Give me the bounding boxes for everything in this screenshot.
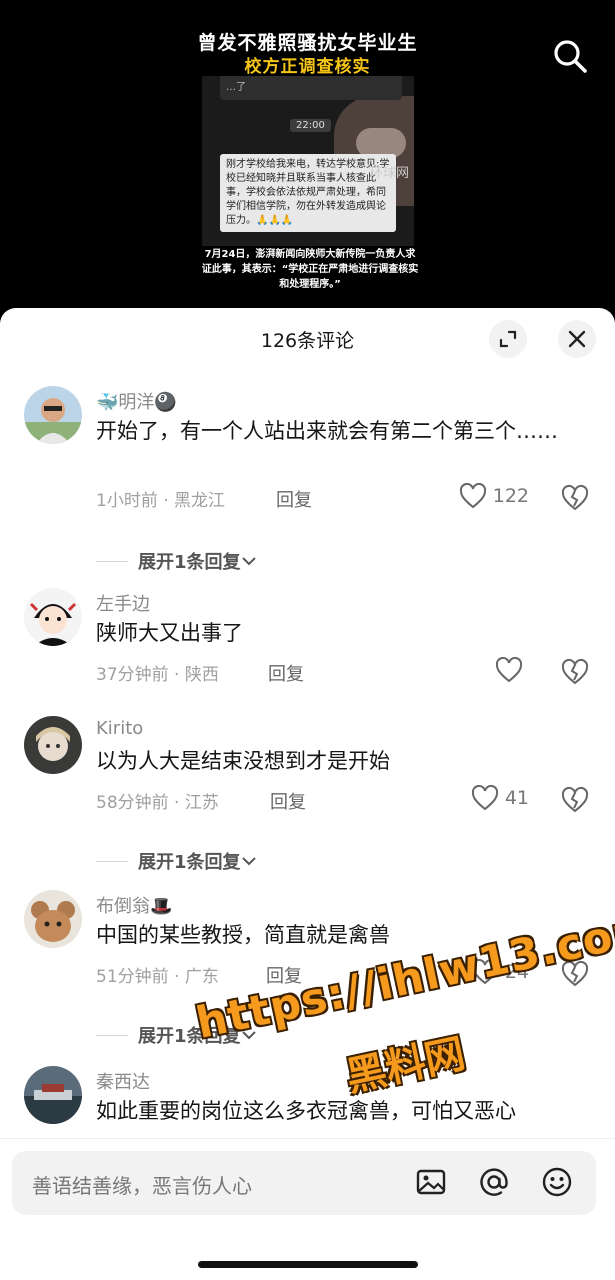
- like-button[interactable]: [495, 657, 529, 683]
- at-icon: [480, 1168, 508, 1196]
- reply-button[interactable]: 回复: [268, 660, 304, 686]
- video-player[interactable]: 曾发不雅照骚扰女毕业生 校方正调查核实 …了 22:00 刚才学校给我来电，转达…: [0, 0, 615, 310]
- emoji-icon: [542, 1167, 572, 1197]
- comment-author[interactable]: 左手边: [96, 590, 150, 616]
- broken-heart-icon: [561, 786, 589, 813]
- comment-input-placeholder: 善语结善缘，恶言伤人心: [32, 1174, 252, 1198]
- like-count: 41: [504, 787, 529, 809]
- comment-text: 以为人大是结束没想到才是开始: [96, 749, 390, 773]
- expand-replies-button[interactable]: 展开1条回复: [96, 548, 257, 574]
- avatar[interactable]: [24, 890, 82, 948]
- video-watermark: 环球网: [370, 166, 410, 181]
- reply-button[interactable]: 回复: [270, 788, 306, 814]
- chat-prev-message: …了: [220, 76, 402, 100]
- chevron-down-icon: [241, 557, 256, 566]
- reply-button[interactable]: 回复: [276, 486, 312, 512]
- expand-replies-button[interactable]: 展开1条回复: [96, 848, 257, 874]
- video-subheadline: 校方正调查核实: [244, 57, 371, 77]
- avatar[interactable]: [24, 386, 82, 444]
- mention-button[interactable]: [477, 1165, 511, 1199]
- avatar[interactable]: [24, 588, 82, 646]
- video-caption: 7月24日，澎湃新闻向陕师大新传院一负责人求证此事，其表示：“学校正在严肃地进行…: [201, 249, 419, 290]
- avatar[interactable]: [24, 1066, 82, 1124]
- video-frame: …了 22:00 刚才学校给我来电，转达学校意见:学校已经知晓并且联系当事人核查…: [202, 76, 414, 246]
- expand-panel-button[interactable]: [489, 320, 527, 358]
- comment-meta: 37分钟前 · 陕西: [96, 665, 219, 685]
- comment-text: 如此重要的岗位这么多衣冠禽兽，可怕又恶心: [96, 1099, 516, 1123]
- comment-author[interactable]: 🐳明洋🎱: [96, 388, 177, 414]
- chevron-down-icon: [241, 857, 256, 866]
- comment-author[interactable]: Kirito: [96, 718, 143, 739]
- heart-icon: [459, 483, 486, 509]
- expand-replies-label: 展开1条回复: [138, 852, 241, 873]
- expand-replies-label: 展开1条回复: [138, 552, 241, 573]
- video-headline: 曾发不雅照骚扰女毕业生: [197, 32, 418, 54]
- comment-meta: 1小时前 · 黑龙江: [96, 491, 226, 511]
- comment-input-bar: 善语结善缘，恶言伤人心: [0, 1138, 615, 1280]
- avatar[interactable]: [24, 716, 82, 774]
- heart-icon: [471, 785, 498, 811]
- dislike-button[interactable]: [560, 484, 590, 512]
- comments-panel: 126条评论 🐳明洋🎱 开始了，有一个人站出来就会有第二个第三个…… 1小时前 …: [0, 308, 615, 1280]
- chat-time: 22:00: [290, 119, 331, 132]
- image-icon: [416, 1169, 446, 1195]
- comment-item: Kirito 以为人大是结束没想到才是开始 58分钟前 · 江苏 回复 41 展…: [0, 716, 615, 886]
- image-button[interactable]: [414, 1165, 448, 1199]
- expand-icon: [499, 330, 517, 348]
- search-icon: [554, 40, 587, 73]
- search-button[interactable]: [552, 38, 588, 74]
- like-button[interactable]: 122: [459, 483, 529, 509]
- comment-meta: 51分钟前 · 广东: [96, 967, 219, 987]
- comment-meta: 58分钟前 · 江苏: [96, 793, 219, 813]
- like-count: 122: [492, 485, 529, 507]
- comment-text: 开始了，有一个人站出来就会有第二个第三个……: [96, 419, 558, 443]
- comment-author[interactable]: 布倒翁🎩: [96, 892, 172, 918]
- emoji-button[interactable]: [540, 1165, 574, 1199]
- broken-heart-icon: [561, 658, 589, 685]
- comment-text: 陕师大又出事了: [96, 621, 243, 645]
- comment-author[interactable]: 秦西达: [96, 1068, 150, 1094]
- broken-heart-icon: [561, 484, 589, 511]
- like-button[interactable]: 41: [471, 785, 529, 811]
- close-panel-button[interactable]: [558, 320, 596, 358]
- comment-item: 左手边 陕师大又出事了 37分钟前 · 陕西 回复: [0, 588, 615, 708]
- heart-icon: [495, 657, 523, 683]
- comment-item: 秦西达 如此重要的岗位这么多衣冠禽兽，可怕又恶心: [0, 1066, 615, 1146]
- dislike-button[interactable]: [560, 658, 590, 686]
- home-indicator[interactable]: [198, 1261, 418, 1268]
- dislike-button[interactable]: [560, 786, 590, 814]
- comment-input[interactable]: 善语结善缘，恶言伤人心: [12, 1151, 596, 1215]
- close-icon: [568, 330, 586, 348]
